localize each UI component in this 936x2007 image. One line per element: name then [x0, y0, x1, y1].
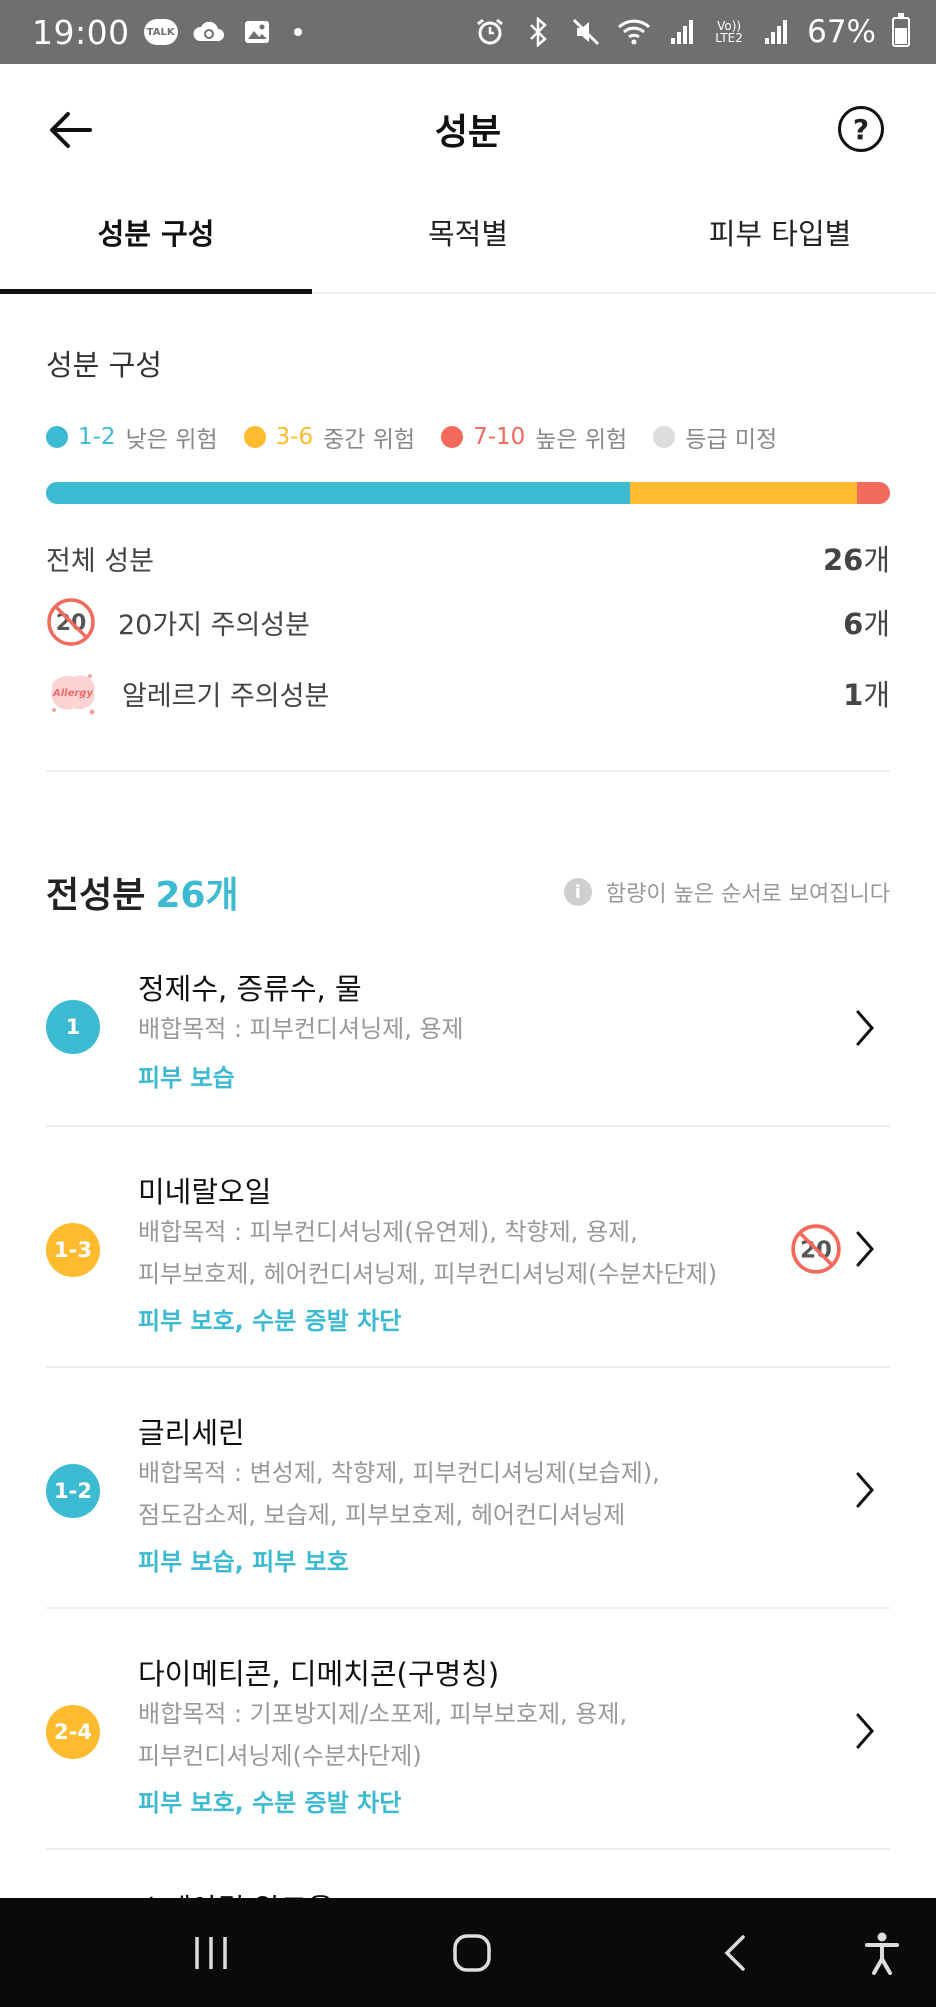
total-ingredients-label: 전체 성분	[46, 545, 154, 577]
twenty-caution-value: 6개	[843, 607, 890, 641]
ingredient-row[interactable]: 1-3 미네랄오일 배합목적 : 피부컨디셔닝제(유연제), 착향제, 용제, …	[46, 1127, 890, 1368]
ingredient-row[interactable]: 1 정제수, 증류수, 물 배합목적 : 피부컨디셔닝제, 용제 피부 보습	[46, 966, 890, 1127]
ingredient-list-count: 26개	[155, 875, 239, 916]
allergy-icon: Allergy	[51, 674, 95, 715]
legend-item: 7-10 높은 위험	[441, 420, 627, 454]
allergy-caution-row[interactable]: Allergy 알레르기 주의성분 1개	[46, 664, 890, 722]
chevron-right-icon	[856, 1472, 874, 1508]
ingredient-effect: 피부 보습, 피부 보호	[138, 1548, 349, 1576]
tab-bar: 성분 구성 목적별 피부 타입별	[0, 194, 936, 294]
signal-2-icon	[759, 17, 793, 47]
kakaotalk-icon: TALK	[143, 19, 178, 45]
twenty-caution-row[interactable]: 20 20가지 주의성분 6개	[46, 594, 890, 650]
tab-composition[interactable]: 성분 구성	[0, 194, 312, 294]
status-bar: 19:00 TALK Vo)) LTE2 67%	[0, 0, 936, 64]
gallery-icon	[240, 17, 274, 47]
svg-text:Allergy: Allergy	[52, 688, 93, 699]
risk-legend: 1-2 낮은 위험 3-6 중간 위험 7-10 높은 위험 등급 미정	[46, 420, 803, 454]
twenty-caution-label: 20가지 주의성분	[118, 609, 310, 641]
notification-dot-icon	[293, 28, 302, 36]
legend-item: 1-2 낮은 위험	[46, 420, 218, 454]
back-chevron-icon	[724, 1935, 745, 1971]
grade-badge: 1	[46, 1000, 100, 1054]
legend-label: 낮은 위험	[125, 427, 218, 453]
accessibility-icon	[865, 1932, 899, 1975]
twenty-caution-icon: 20	[791, 1224, 841, 1274]
ingredient-name: 정제수, 증류수, 물	[138, 972, 362, 1006]
ingredient-purpose: 배합목적 : 피부컨디셔닝제, 용제	[138, 1015, 464, 1043]
mute-icon	[569, 17, 603, 47]
ingredient-name: 다이메티콘, 디메치콘(구명칭)	[138, 1657, 500, 1691]
composition-title: 성분 구성	[46, 348, 162, 382]
legend-label: 높은 위험	[535, 427, 628, 453]
legend-label: 중간 위험	[323, 427, 416, 453]
ingredient-effect: 피부 보습	[138, 1064, 235, 1092]
risk-distribution-bar	[46, 482, 890, 504]
grade-badge: 2-4	[46, 1705, 100, 1759]
chevron-right-icon	[856, 1231, 874, 1267]
grade-badge: 1-3	[46, 1223, 100, 1277]
ingredient-list-header: 전성분 26개 i 함량이 높은 순서로 보여집니다	[46, 862, 890, 922]
risk-bar-segment	[46, 482, 631, 504]
accessibility-button[interactable]	[860, 1926, 904, 1980]
page-title: 성분	[434, 112, 502, 153]
system-back-button[interactable]	[716, 1926, 756, 1980]
signal-icon	[665, 17, 699, 47]
ingredient-purpose: 배합목적 : 기포방지제/소포제, 피부보호제, 용제, 피부컨디셔닝제(수분차…	[138, 1700, 628, 1770]
wifi-icon	[617, 17, 651, 47]
ingredient-effect: 피부 보호, 수분 증발 차단	[138, 1789, 402, 1817]
ingredient-name: 글리세린	[138, 1416, 245, 1450]
risk-bar-segment	[630, 482, 858, 504]
legend-dot-icon	[441, 426, 464, 448]
twenty-caution-icon: 20	[47, 598, 95, 646]
battery-percent: 67%	[807, 14, 876, 50]
volte-lte-icon: Vo)) LTE2	[715, 19, 743, 45]
status-time: 19:00	[32, 12, 130, 52]
chevron-right-icon	[856, 1010, 874, 1046]
recent-apps-icon	[195, 1937, 227, 1969]
tab-by-purpose[interactable]: 목적별	[312, 194, 624, 292]
chevron-right-icon	[856, 1713, 874, 1749]
allergy-caution-value: 1개	[843, 678, 890, 712]
total-ingredients-row: 전체 성분 26개	[46, 538, 890, 578]
ingredient-list-title: 전성분	[46, 875, 146, 916]
ingredient-purpose: 배합목적 : 피부컨디셔닝제(유연제), 착향제, 용제, 피부보호제, 헤어컨…	[138, 1218, 718, 1288]
legend-dot-icon	[653, 426, 676, 448]
legend-dot-icon	[46, 426, 68, 448]
total-ingredients-value: 26개	[822, 543, 890, 577]
legend-item: 등급 미정	[653, 420, 777, 454]
legend-dot-icon	[243, 426, 266, 448]
battery-icon	[892, 13, 910, 47]
ingredient-purpose: 배합목적 : 변성제, 착향제, 피부컨디셔닝제(보습제), 점도감소제, 보습…	[138, 1459, 660, 1529]
bluetooth-icon	[521, 17, 555, 47]
ingredient-name: 미네랄오일	[138, 1175, 272, 1209]
ordering-note: i 함량이 높은 순서로 보여집니다	[563, 876, 890, 908]
section-divider	[46, 770, 890, 772]
home-button[interactable]	[448, 1926, 496, 1980]
system-navigation-bar	[0, 1898, 936, 2007]
grade-badge: 1-2	[46, 1464, 100, 1518]
app-header: 성분 ?	[0, 64, 936, 194]
home-icon	[453, 1934, 491, 1972]
ingredient-row[interactable]: 1-2 글리세린 배합목적 : 변성제, 착향제, 피부컨디셔닝제(보습제), …	[46, 1368, 890, 1609]
ingredient-effect: 피부 보호, 수분 증발 차단	[138, 1307, 402, 1335]
question-icon: ?	[852, 112, 870, 146]
help-button[interactable]: ?	[838, 106, 884, 152]
info-icon: i	[563, 878, 592, 906]
risk-bar-segment	[857, 482, 890, 504]
arrow-left-icon	[50, 112, 92, 148]
allergy-caution-label: 알레르기 주의성분	[122, 680, 330, 712]
legend-range: 1-2	[78, 424, 116, 450]
ingredient-row[interactable]: 2-4 다이메티콘, 디메치콘(구명칭) 배합목적 : 기포방지제/소포제, 피…	[46, 1609, 890, 1850]
recent-apps-button[interactable]	[186, 1926, 236, 1980]
alarm-icon	[473, 17, 507, 47]
tab-by-skin-type[interactable]: 피부 타입별	[624, 194, 936, 292]
back-button[interactable]	[44, 102, 100, 158]
legend-range: 7-10	[473, 424, 526, 450]
legend-range: 3-6	[275, 424, 314, 450]
legend-label: 등급 미정	[685, 427, 778, 453]
legend-item: 3-6 중간 위험	[243, 420, 416, 454]
ordering-note-text: 함량이 높은 순서로 보여집니다	[605, 882, 890, 907]
cloud-sync-icon	[192, 17, 226, 47]
